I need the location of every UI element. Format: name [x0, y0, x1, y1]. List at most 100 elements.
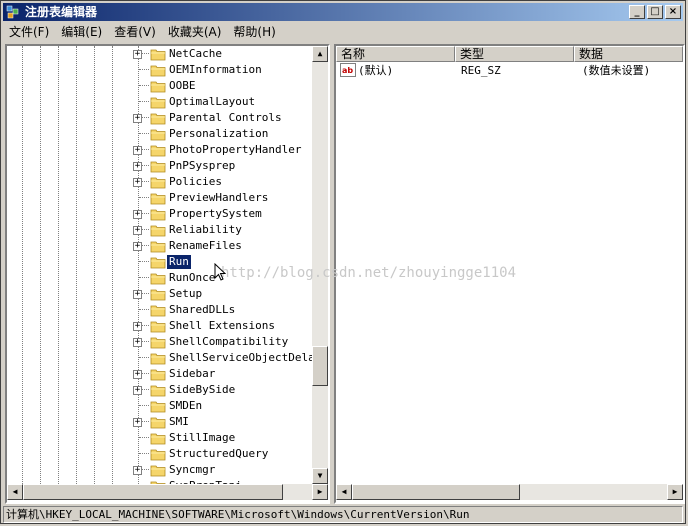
tree-item[interactable]: StillImage	[7, 430, 312, 446]
folder-icon	[150, 143, 166, 157]
tree-item[interactable]: + Reliability	[7, 222, 312, 238]
tree-item-label: Sidebar	[169, 367, 216, 380]
close-button[interactable]: ×	[665, 5, 681, 19]
folder-icon	[150, 127, 166, 141]
tree-item[interactable]: SharedDLLs	[7, 302, 312, 318]
tree-connector	[139, 133, 149, 134]
tree-item-label: StructuredQuery	[169, 447, 269, 460]
tree-item[interactable]: + PnPSysprep	[7, 158, 312, 174]
maximize-button[interactable]: □	[647, 5, 663, 19]
tree-item-label: ShellServiceObjectDelayLo	[169, 351, 312, 364]
folder-icon	[150, 207, 166, 221]
regedit-icon	[6, 5, 19, 19]
expand-toggle-icon[interactable]: +	[133, 290, 142, 299]
tree-item[interactable]: + Sidebar	[7, 366, 312, 382]
tree-item[interactable]: StructuredQuery	[7, 446, 312, 462]
folder-icon	[150, 383, 166, 397]
tree-item-label: PreviewHandlers	[169, 191, 269, 204]
tree-item[interactable]: PreviewHandlers	[7, 190, 312, 206]
column-header-name[interactable]: 名称	[336, 46, 455, 62]
scroll-left-button[interactable]: ◀	[7, 484, 23, 500]
tree-item[interactable]: OptimalLayout	[7, 94, 312, 110]
scroll-thumb[interactable]	[312, 346, 328, 386]
expand-toggle-icon[interactable]: +	[133, 114, 142, 123]
folder-icon	[150, 111, 166, 125]
tree-item[interactable]: + Syncmgr	[7, 462, 312, 478]
tree-item-label: Parental Controls	[169, 111, 282, 124]
expand-toggle-icon[interactable]: +	[133, 146, 142, 155]
tree-item-label: NetCache	[169, 47, 222, 60]
tree-item[interactable]: + PhotoPropertyHandler	[7, 142, 312, 158]
scroll-right-button[interactable]: ▶	[667, 484, 683, 500]
menu-help[interactable]: 帮助(H)	[227, 23, 281, 42]
title-bar[interactable]: 注册表编辑器 _ □ ×	[3, 3, 683, 21]
folder-icon	[150, 159, 166, 173]
list-horizontal-scrollbar[interactable]: ◀ ▶	[336, 484, 683, 500]
menu-favorites[interactable]: 收藏夹(A)	[162, 23, 228, 42]
tree-item[interactable]: OOBE	[7, 78, 312, 94]
tree-item[interactable]: + ShellCompatibility	[7, 334, 312, 350]
tree-item[interactable]: + Shell Extensions	[7, 318, 312, 334]
expand-toggle-icon[interactable]: +	[133, 338, 142, 347]
tree-item-label: PhotoPropertyHandler	[169, 143, 302, 156]
expand-toggle-icon[interactable]: +	[133, 226, 142, 235]
expand-toggle-icon[interactable]: +	[133, 466, 142, 475]
tree-item-label: ShellCompatibility	[169, 335, 289, 348]
tree-item[interactable]: ShellServiceObjectDelayLo	[7, 350, 312, 366]
tree-item[interactable]: + Parental Controls	[7, 110, 312, 126]
expand-toggle-icon[interactable]: +	[133, 386, 142, 395]
folder-icon	[150, 447, 166, 461]
tree-item[interactable]: + PropertySystem	[7, 206, 312, 222]
folder-icon	[150, 303, 166, 317]
expand-toggle-icon[interactable]: +	[133, 210, 142, 219]
tree-item[interactable]: + SMI	[7, 414, 312, 430]
scroll-left-button[interactable]: ◀	[336, 484, 352, 500]
tree-item[interactable]: Personalization	[7, 126, 312, 142]
menu-edit[interactable]: 编辑(E)	[55, 23, 108, 42]
folder-icon	[150, 191, 166, 205]
scroll-right-button[interactable]: ▶	[312, 484, 328, 500]
tree-connector	[139, 277, 149, 278]
tree-connector	[139, 85, 149, 86]
folder-icon	[150, 95, 166, 109]
tree-item[interactable]: SMDEn	[7, 398, 312, 414]
scroll-thumb[interactable]	[23, 484, 283, 500]
expand-toggle-icon[interactable]: +	[133, 178, 142, 187]
tree-item-label: Policies	[169, 175, 222, 188]
folder-icon	[150, 431, 166, 445]
tree-connector	[139, 437, 149, 438]
tree-item[interactable]: + Setup	[7, 286, 312, 302]
expand-toggle-icon[interactable]: +	[133, 370, 142, 379]
tree-item[interactable]: + SideBySide	[7, 382, 312, 398]
tree-connector	[139, 197, 149, 198]
tree-connector	[139, 101, 149, 102]
tree-item[interactable]: + RenameFiles	[7, 238, 312, 254]
folder-icon	[150, 79, 166, 93]
scroll-up-button[interactable]: ▲	[312, 46, 328, 62]
minimize-button[interactable]: _	[629, 5, 645, 19]
expand-toggle-icon[interactable]: +	[133, 418, 142, 427]
expand-toggle-icon[interactable]: +	[133, 242, 142, 251]
menu-file[interactable]: 文件(F)	[3, 23, 55, 42]
expand-toggle-icon[interactable]: +	[133, 322, 142, 331]
expand-toggle-icon[interactable]: +	[133, 162, 142, 171]
expand-toggle-icon[interactable]: +	[133, 50, 142, 59]
tree-horizontal-scrollbar[interactable]: ◀ ▶	[7, 484, 328, 500]
scroll-down-button[interactable]: ▼	[312, 468, 328, 484]
tree-item-label: PropertySystem	[169, 207, 262, 220]
column-header-data[interactable]: 数据	[574, 46, 683, 62]
tree-item-label: Setup	[169, 287, 203, 300]
tree-item[interactable]: OEMInformation	[7, 62, 312, 78]
scroll-thumb[interactable]	[352, 484, 520, 500]
watermark-text: http://blog.csdn.net/zhouyingge1104	[221, 265, 517, 281]
tree-item-label: Shell Extensions	[169, 319, 275, 332]
folder-icon	[150, 223, 166, 237]
mouse-cursor-icon	[214, 263, 226, 281]
tree-item[interactable]: + NetCache	[7, 46, 312, 62]
window-title: 注册表编辑器	[25, 5, 98, 19]
column-header-type[interactable]: 类型	[455, 46, 574, 62]
folder-icon	[150, 319, 166, 333]
menu-view[interactable]: 查看(V)	[108, 23, 162, 42]
tree-item[interactable]: + Policies	[7, 174, 312, 190]
svg-text:ab: ab	[342, 66, 353, 75]
